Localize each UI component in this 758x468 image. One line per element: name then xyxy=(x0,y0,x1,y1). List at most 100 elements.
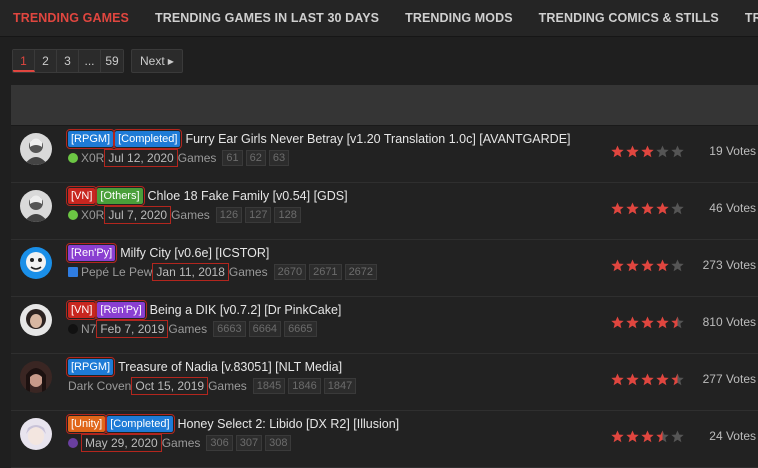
thread-date: May 29, 2020 xyxy=(81,434,162,452)
thread-title-link[interactable]: Treasure of Nadia [v.83051] [NLT Media] xyxy=(118,360,342,374)
vote-count: 273 Votes xyxy=(702,258,756,272)
list-header-band xyxy=(11,85,758,126)
avatar[interactable] xyxy=(20,247,52,279)
next-page-button[interactable]: Next ▶ xyxy=(131,49,183,73)
thread-title-link[interactable]: Honey Select 2: Libido [DX R2] [Illusion… xyxy=(178,417,400,431)
page-link-tag[interactable]: 1847 xyxy=(323,378,357,394)
rating: 810 Votes xyxy=(596,315,758,329)
page-ellipsis-button[interactable]: ... xyxy=(79,50,101,72)
forum-category-link[interactable]: Games xyxy=(178,151,217,165)
star-rating xyxy=(611,316,684,329)
avatar[interactable] xyxy=(20,304,52,336)
list-item[interactable]: [VN] [Ren'Py] Being a DIK [v0.7.2] [Dr Pin… xyxy=(11,297,758,354)
page-link-tag[interactable]: 62 xyxy=(245,150,266,166)
list-item[interactable]: [VN] [Others] Chloe 18 Fake Family [v0.54]… xyxy=(11,183,758,240)
list-item[interactable]: [RPGM] [Completed] Furry Ear Girls Never B… xyxy=(11,126,758,183)
page-link-tag[interactable]: 2670 xyxy=(273,264,307,280)
page-link-tag[interactable]: 306 xyxy=(206,435,233,451)
star-filled-icon xyxy=(626,373,639,385)
thread-title-line: [VN] [Others] Chloe 18 Fake Family [v0.54]… xyxy=(65,186,348,206)
page-link-tag[interactable]: 6663 xyxy=(213,321,246,337)
page-link-tag[interactable]: 1845 xyxy=(252,378,286,394)
list-item[interactable]: [Ren'Py] Milfy City [v0.6e] [ICSTOR] Pepé … xyxy=(11,240,758,297)
page-1-button[interactable]: 1 xyxy=(13,50,35,72)
vote-count: 277 Votes xyxy=(702,372,756,386)
prefix-badge[interactable]: [RPGM] xyxy=(65,129,116,149)
star-filled-icon xyxy=(626,259,639,271)
page-link-tag[interactable]: 61 xyxy=(222,150,243,166)
prefix-badge[interactable]: [Completed] xyxy=(105,414,175,434)
list-item[interactable]: [Unity] [Completed] Honey Select 2: Libido… xyxy=(11,411,758,468)
author-link[interactable]: N7 xyxy=(81,322,96,336)
prefix-badge[interactable]: [Completed] xyxy=(113,129,183,149)
thread-title-link[interactable]: Furry Ear Girls Never Betray [v1.20 Tran… xyxy=(185,132,570,146)
rating: 46 Votes xyxy=(596,201,758,215)
purple-dot-icon xyxy=(68,438,78,448)
tab-trending-games[interactable]: TRENDING GAMES xyxy=(0,0,142,36)
page-link-tag[interactable]: 2671 xyxy=(309,264,342,280)
page-link-tag[interactable]: 1846 xyxy=(288,378,321,394)
game-list: [RPGM] [Completed] Furry Ear Girls Never B… xyxy=(11,126,758,468)
page-link-tag[interactable]: 2672 xyxy=(344,264,378,280)
page-link-tag[interactable]: 126 xyxy=(215,207,243,223)
forum-category-link[interactable]: Games xyxy=(168,322,207,336)
tab-trending-comics-stills[interactable]: TRENDING COMICS & STILLS xyxy=(526,0,732,36)
author-link[interactable]: X0R xyxy=(81,208,104,222)
thread-date: Oct 15, 2019 xyxy=(131,377,209,395)
forum-category-link[interactable]: Games xyxy=(171,208,210,222)
list-item[interactable]: [RPGM] Treasure of Nadia [v.83051] [NLT M… xyxy=(11,354,758,411)
star-filled-icon xyxy=(656,259,669,271)
page-3-button[interactable]: 3 xyxy=(57,50,79,72)
star-filled-icon xyxy=(611,430,624,442)
avatar[interactable] xyxy=(20,190,52,222)
thread-title-line: [Ren'Py] Milfy City [v0.6e] [ICSTOR] xyxy=(65,243,269,263)
thread-meta: X0R Jul 7, 2020 Games 126 127 128 xyxy=(68,206,304,224)
prefix-badge[interactable]: [Ren'Py] xyxy=(65,243,118,263)
prefix-badge[interactable]: [VN] xyxy=(65,186,98,206)
star-filled-icon xyxy=(641,316,654,328)
star-half-icon xyxy=(671,373,684,385)
prefix-badge[interactable]: [Others] xyxy=(95,186,145,206)
next-label: Next xyxy=(140,54,165,68)
avatar[interactable] xyxy=(20,133,52,165)
thread-title-link[interactable]: Chloe 18 Fake Family [v0.54] [GDS] xyxy=(148,189,348,203)
prefix-badge[interactable]: [RPGM] xyxy=(65,357,116,377)
page-2-button[interactable]: 2 xyxy=(35,50,57,72)
page-link-tag[interactable]: 307 xyxy=(235,435,263,451)
author-link[interactable]: Pepé Le Pew xyxy=(81,265,152,279)
thread-title-link[interactable]: Being a DIK [v0.7.2] [Dr PinkCake] xyxy=(150,303,342,317)
tab-trending-games-30-days[interactable]: TRENDING GAMES IN LAST 30 DAYS xyxy=(142,0,392,36)
forum-category-link[interactable]: Games xyxy=(208,379,247,393)
page-link-tag[interactable]: 6665 xyxy=(284,321,317,337)
page-link-tag[interactable]: 6664 xyxy=(248,321,282,337)
avatar[interactable] xyxy=(20,361,52,393)
page-link-tag[interactable]: 127 xyxy=(245,207,272,223)
author-link[interactable]: Dark Coven xyxy=(68,379,131,393)
star-filled-icon xyxy=(611,373,624,385)
forum-category-link[interactable]: Games xyxy=(162,436,201,450)
star-rating xyxy=(611,145,684,158)
page-link-tag[interactable]: 63 xyxy=(268,150,290,166)
thread-title-link[interactable]: Milfy City [v0.6e] [ICSTOR] xyxy=(120,246,269,260)
caret-right-icon: ▶ xyxy=(167,57,174,66)
thread-date: Jan 11, 2018 xyxy=(152,263,229,281)
prefix-badge[interactable]: [Unity] xyxy=(65,414,108,434)
page-59-button[interactable]: 59 xyxy=(101,50,123,72)
prefix-badge[interactable]: [VN] xyxy=(65,300,98,320)
page-link-tag[interactable]: 128 xyxy=(274,207,301,223)
page-link-tag[interactable]: 308 xyxy=(265,435,292,451)
forum-category-link[interactable]: Games xyxy=(229,265,268,279)
tab-trending-mods[interactable]: TRENDING MODS xyxy=(392,0,526,36)
star-filled-icon xyxy=(611,145,624,157)
prefix-badge[interactable]: [Ren'Py] xyxy=(95,300,147,320)
vote-count: 19 Votes xyxy=(709,144,756,158)
thread-date: Jul 7, 2020 xyxy=(104,206,172,224)
thread-date: Feb 7, 2019 xyxy=(96,320,169,338)
avatar[interactable] xyxy=(20,418,52,450)
star-rating xyxy=(611,430,684,443)
trending-tabs: TRENDING GAMES TRENDING GAMES IN LAST 30… xyxy=(0,0,758,37)
star-filled-icon xyxy=(656,202,669,214)
star-filled-icon xyxy=(656,373,669,385)
tab-trending-more[interactable]: TRENDI xyxy=(732,0,758,36)
author-link[interactable]: X0R xyxy=(81,151,104,165)
